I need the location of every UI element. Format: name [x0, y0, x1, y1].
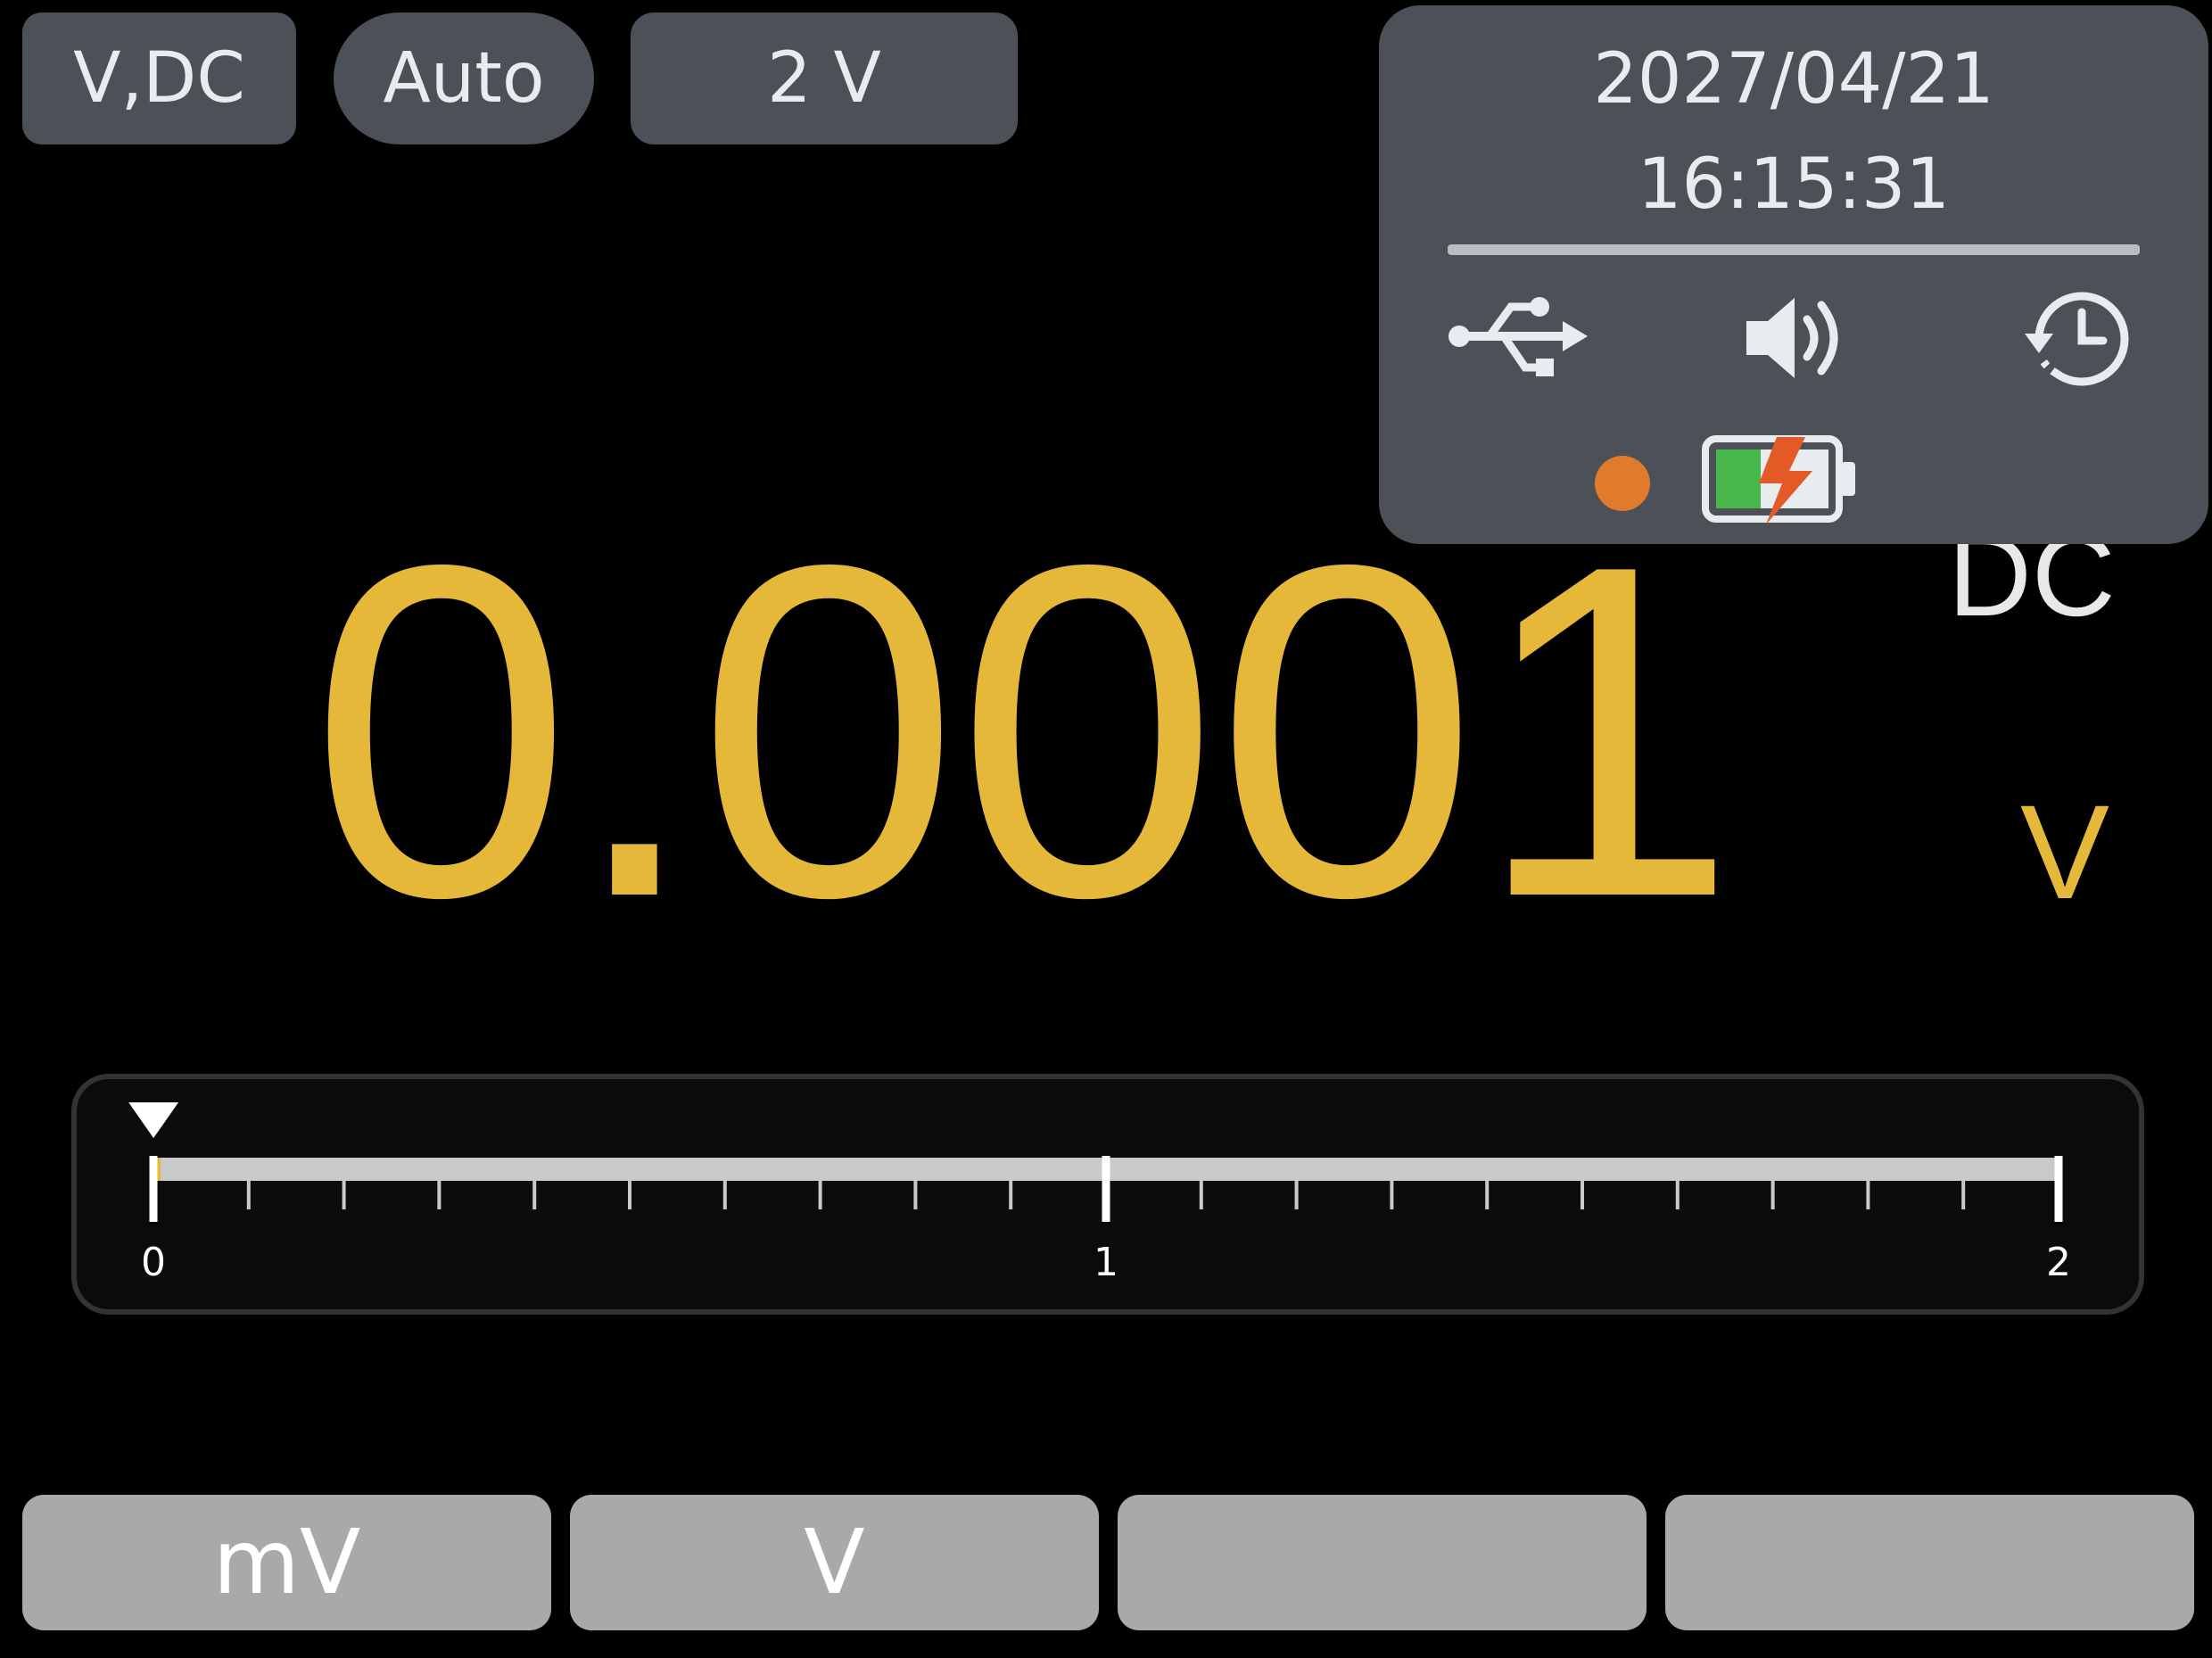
status-indicator-dot — [1595, 456, 1650, 511]
status-divider — [1448, 244, 2140, 255]
softkey-4[interactable] — [1665, 1495, 2194, 1630]
range-pill[interactable]: 2 V — [631, 12, 1018, 144]
history-icon — [2025, 292, 2129, 386]
bar-graph-scale: 0 1 2 — [128, 1102, 2071, 1285]
bar-graph: 0 1 2 — [71, 1074, 2144, 1315]
bar-tick-label: 0 — [141, 1240, 166, 1285]
status-panel[interactable]: 2027/04/21 16:15:31 — [1379, 5, 2208, 544]
softkey-3[interactable] — [1118, 1495, 1647, 1630]
auto-range-pill[interactable]: Auto — [334, 12, 594, 144]
mode-label: V,DC — [73, 38, 245, 119]
range-label: 2 V — [767, 38, 881, 119]
measurement-unit: V — [2020, 777, 2110, 927]
bar-tick-label: 2 — [2046, 1240, 2071, 1285]
bar-tick-label: 1 — [1094, 1240, 1118, 1285]
mode-pill[interactable]: V,DC — [22, 12, 296, 144]
softkey-v[interactable]: V — [570, 1495, 1099, 1630]
softkey-label: V — [804, 1510, 865, 1614]
softkey-label: mV — [212, 1510, 361, 1614]
usb-icon — [1449, 297, 1588, 376]
auto-range-label: Auto — [383, 38, 545, 119]
measurement-value: 0.0001 — [310, 467, 1737, 995]
speaker-icon — [1746, 298, 1838, 378]
battery-charging-icon — [1702, 435, 1855, 524]
status-time: 16:15:31 — [1637, 144, 1951, 225]
status-date: 2027/04/21 — [1593, 39, 1994, 120]
softkey-mv[interactable]: mV — [22, 1495, 551, 1630]
bar-pointer — [128, 1102, 179, 1138]
